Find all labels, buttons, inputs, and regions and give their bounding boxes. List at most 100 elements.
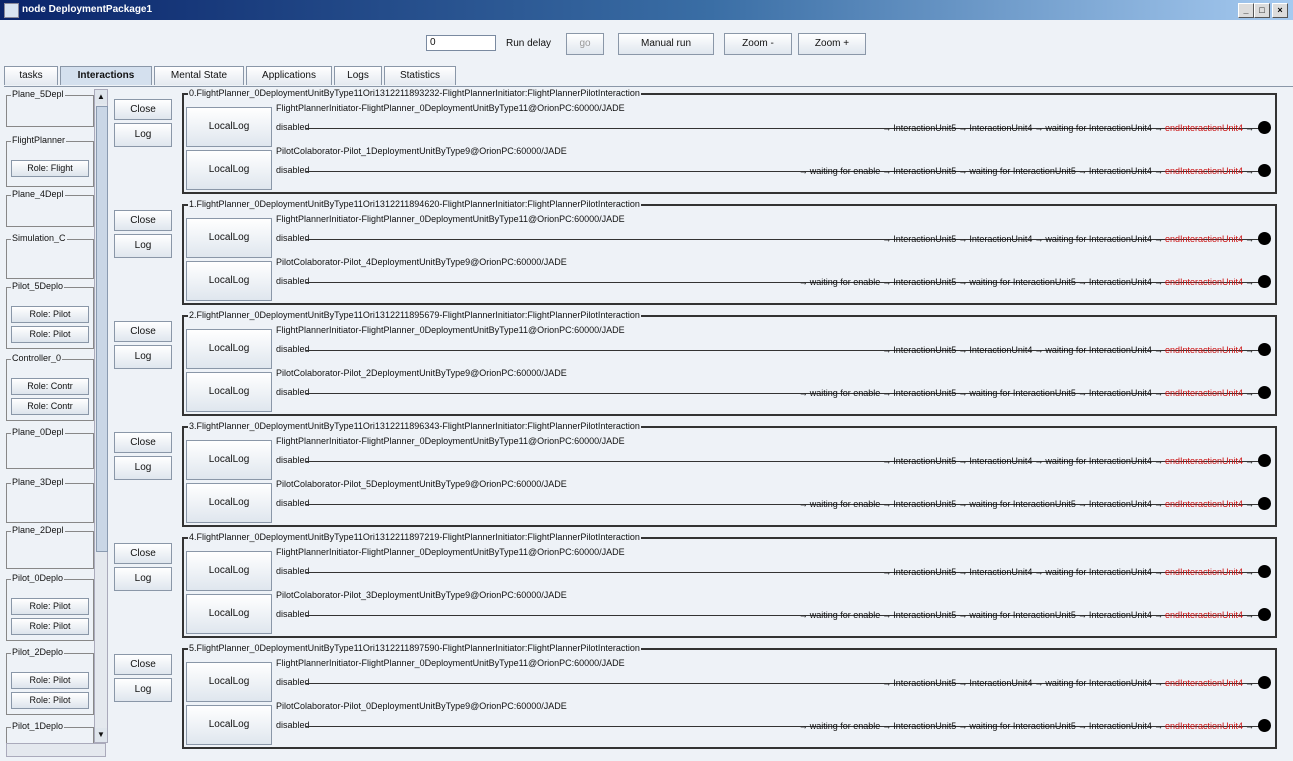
scroll-down-arrow-icon[interactable]: ▼	[95, 728, 107, 742]
state-label: waiting for InteractionUnit5	[969, 720, 1076, 731]
disabled-label: disabled	[276, 609, 310, 619]
state-flow: → waiting for enable → InteractionUnit5 → wai…	[797, 608, 1271, 621]
agent-group: Controller_0 Role: Contr Role: Contr	[6, 353, 94, 421]
disabled-label: disabled	[276, 566, 310, 576]
log-button[interactable]: Log	[114, 567, 172, 591]
local-log-button[interactable]: LocalLog	[186, 150, 272, 190]
tab-tasks[interactable]: tasks	[4, 66, 58, 85]
state-label: InteractionUnit4	[969, 344, 1033, 355]
tab-statistics[interactable]: Statistics	[384, 66, 456, 85]
collaborator-label: PilotColaborator-Pilot_1DeploymentUnitBy…	[276, 146, 567, 156]
role-button[interactable]: Role: Pilot	[11, 672, 89, 689]
end-state-icon	[1258, 164, 1271, 177]
arrow-icon: →	[1153, 455, 1163, 466]
go-button[interactable]: go	[566, 33, 604, 55]
disabled-label: disabled	[276, 276, 310, 286]
close-button[interactable]: Close	[114, 210, 172, 231]
manual-run-button[interactable]: Manual run	[618, 33, 714, 55]
interaction-title: 0.FlightPlanner_0DeploymentUnitByType11O…	[188, 88, 641, 98]
state-label: endInteractionUnit4	[1164, 677, 1243, 688]
local-log-button[interactable]: LocalLog	[186, 440, 272, 480]
close-button[interactable]: Close	[114, 654, 172, 675]
left-horizontal-scrollbar[interactable]	[6, 743, 106, 757]
run-delay-label: Run delay	[506, 38, 552, 49]
agent-group: Plane_5Depl	[6, 89, 94, 127]
scroll-thumb[interactable]	[96, 106, 108, 552]
local-log-button[interactable]: LocalLog	[186, 329, 272, 369]
agent-group: FlightPlanner Role: Flight	[6, 135, 94, 187]
state-label: waiting for InteractionUnit4	[1045, 455, 1152, 466]
state-label: InteractionUnit4	[1088, 720, 1152, 731]
state-label: endInteractionUnit4	[1164, 566, 1243, 577]
state-label: endInteractionUnit4	[1164, 276, 1243, 287]
minimize-button[interactable]: _	[1238, 3, 1254, 18]
arrow-icon: →	[882, 122, 892, 133]
arrow-icon: →	[1245, 566, 1254, 577]
role-button[interactable]: Role: Pilot	[11, 326, 89, 343]
state-label: waiting for enable	[809, 720, 881, 731]
local-log-button[interactable]: LocalLog	[186, 594, 272, 634]
toolbar: 0 Run delay go Manual run Zoom - Zoom +	[0, 20, 1293, 64]
state-label: waiting for enable	[809, 498, 881, 509]
arrow-icon: →	[798, 387, 808, 398]
tab-logs[interactable]: Logs	[334, 66, 382, 85]
log-button[interactable]: Log	[114, 678, 172, 702]
arrow-icon: →	[1034, 122, 1044, 133]
local-log-button[interactable]: LocalLog	[186, 372, 272, 412]
local-log-button[interactable]: LocalLog	[186, 705, 272, 745]
role-button[interactable]: Role: Contr	[11, 378, 89, 395]
arrow-icon: →	[798, 165, 808, 176]
state-label: waiting for InteractionUnit4	[1045, 233, 1152, 244]
tab-interactions[interactable]: Interactions	[60, 66, 152, 85]
role-button[interactable]: Role: Flight	[11, 160, 89, 177]
role-button[interactable]: Role: Pilot	[11, 306, 89, 323]
local-log-button[interactable]: LocalLog	[186, 662, 272, 702]
zoom-out-button[interactable]: Zoom -	[724, 33, 792, 55]
state-flow: → InteractionUnit5 → InteractionUnit4 → waiti…	[880, 232, 1271, 245]
agent-group: Pilot_0Deplo Role: Pilot Role: Pilot	[6, 573, 94, 641]
state-label: waiting for InteractionUnit4	[1045, 566, 1152, 577]
role-button[interactable]: Role: Pilot	[11, 692, 89, 709]
run-delay-input[interactable]: 0	[426, 35, 496, 51]
initiator-label: FlightPlannerInitiator-FlightPlanner_0De…	[276, 325, 625, 335]
window-title-bar: node DeploymentPackage1 _ □ ×	[0, 0, 1293, 20]
scroll-up-arrow-icon[interactable]: ▲	[95, 90, 107, 104]
tab-mental-state[interactable]: Mental State	[154, 66, 244, 85]
maximize-button[interactable]: □	[1254, 3, 1270, 18]
close-button[interactable]: Close	[114, 543, 172, 564]
arrow-icon: →	[1077, 387, 1087, 398]
state-label: waiting for enable	[809, 387, 881, 398]
log-button[interactable]: Log	[114, 345, 172, 369]
interaction-block: Close Log 2.FlightPlanner_0DeploymentUnitB…	[112, 310, 1284, 424]
app-icon	[4, 3, 19, 18]
log-button[interactable]: Log	[114, 234, 172, 258]
arrow-icon: →	[1034, 566, 1044, 577]
local-log-button[interactable]: LocalLog	[186, 551, 272, 591]
role-button[interactable]: Role: Pilot	[11, 618, 89, 635]
log-button[interactable]: Log	[114, 123, 172, 147]
arrow-icon: →	[958, 387, 968, 398]
role-button[interactable]: Role: Contr	[11, 398, 89, 415]
collaborator-label: PilotColaborator-Pilot_2DeploymentUnitBy…	[276, 368, 567, 378]
close-button[interactable]: Close	[114, 99, 172, 120]
log-button[interactable]: Log	[114, 456, 172, 480]
close-window-button[interactable]: ×	[1272, 3, 1288, 18]
initiator-label: FlightPlannerInitiator-FlightPlanner_0De…	[276, 658, 625, 668]
close-button[interactable]: Close	[114, 432, 172, 453]
state-flow: → InteractionUnit5 → InteractionUnit4 → waiti…	[880, 454, 1271, 467]
zoom-in-button[interactable]: Zoom +	[798, 33, 866, 55]
initiator-label: FlightPlannerInitiator-FlightPlanner_0De…	[276, 436, 625, 446]
arrow-icon: →	[1077, 720, 1087, 731]
tab-applications[interactable]: Applications	[246, 66, 332, 85]
left-vertical-scrollbar[interactable]: ▲ ▼	[94, 89, 108, 743]
state-label: waiting for InteractionUnit4	[1045, 122, 1152, 133]
state-label: endInteractionUnit4	[1164, 122, 1243, 133]
arrow-icon: →	[958, 276, 968, 287]
local-log-button[interactable]: LocalLog	[186, 218, 272, 258]
local-log-button[interactable]: LocalLog	[186, 483, 272, 523]
role-button[interactable]: Role: Pilot	[11, 598, 89, 615]
state-flow: → InteractionUnit5 → InteractionUnit4 → waiti…	[880, 121, 1271, 134]
local-log-button[interactable]: LocalLog	[186, 261, 272, 301]
local-log-button[interactable]: LocalLog	[186, 107, 272, 147]
close-button[interactable]: Close	[114, 321, 172, 342]
